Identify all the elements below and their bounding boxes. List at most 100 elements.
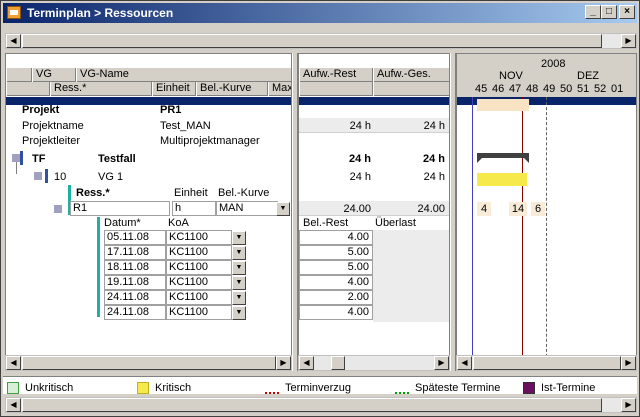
bel-rest-cell[interactable]: 4.00 <box>299 305 373 320</box>
einheit-header: Einheit <box>174 187 208 199</box>
maximize-button[interactable]: □ <box>601 5 617 19</box>
tf-ges: 24 h <box>422 153 445 165</box>
terminverzug-line-icon <box>265 392 279 394</box>
datum-cell[interactable]: 24.11.08 <box>104 290 166 305</box>
projektleiter-value[interactable]: Multiprojektmanager <box>160 134 260 148</box>
col-aufw-ges[interactable]: Aufw.-Ges. <box>373 68 449 82</box>
r1-load-week48[interactable]: 6 <box>531 202 545 216</box>
vg-name[interactable]: VG 1 <box>98 170 123 184</box>
col-vg-name[interactable]: VG-Name <box>76 68 291 82</box>
bel-rest-cell[interactable]: 2.00 <box>299 290 373 305</box>
scroll-left-icon[interactable]: ◀ <box>299 356 314 370</box>
close-button[interactable]: × <box>619 5 635 19</box>
vg-marker-icon <box>45 169 48 183</box>
r1-kurve[interactable]: MAN <box>216 201 278 216</box>
projekt-value: PR1 <box>160 104 182 116</box>
koa-cell[interactable]: KC1100 <box>166 230 232 245</box>
projekt-bar[interactable] <box>477 99 529 111</box>
kurve-dropdown-icon[interactable]: ▼ <box>276 202 290 216</box>
ueberlast-header: Überlast <box>375 217 416 229</box>
r1-rest[interactable]: 24.00 <box>301 202 371 216</box>
today-line <box>522 97 523 370</box>
scroll-left-icon[interactable]: ◀ <box>6 356 21 370</box>
col-max[interactable]: Max <box>268 82 291 96</box>
scroll-left-icon[interactable]: ◀ <box>6 398 21 412</box>
col-vg[interactable]: VG <box>32 68 76 82</box>
col-bel-kurve[interactable]: Bel.-Kurve <box>196 82 268 96</box>
left-pane-scrollbar[interactable]: ◀ ▶ <box>5 355 292 371</box>
datum-header: Datum* <box>104 217 141 229</box>
week-label: 52 <box>594 83 607 95</box>
r1-load-week45[interactable]: 4 <box>477 202 491 216</box>
legend-kritisch: Kritisch <box>155 382 192 394</box>
vg-critical-bar[interactable] <box>477 173 527 186</box>
koa-cell[interactable]: KC1100 <box>166 245 232 260</box>
vg-code[interactable]: 10 <box>54 170 66 184</box>
scroll-right-icon[interactable]: ▶ <box>621 356 636 370</box>
bel-rest-cell[interactable]: 4.00 <box>299 230 373 245</box>
tree-node-icon[interactable] <box>34 172 42 180</box>
minimize-button[interactable]: _ <box>585 5 601 19</box>
gantt-year: 2008 <box>541 58 566 70</box>
bottom-scrollbar[interactable]: ◀ ▶ <box>5 397 637 413</box>
legend-bar: Unkritisch Kritisch Terminverzug Spätest… <box>3 376 637 394</box>
ist-swatch-icon <box>523 382 535 394</box>
koa-dropdown-icon[interactable]: ▼ <box>232 231 246 245</box>
koa-dropdown-icon[interactable]: ▼ <box>232 246 246 260</box>
scroll-thumb[interactable] <box>331 356 345 370</box>
tree-node-icon[interactable] <box>12 154 20 162</box>
koa-cell[interactable]: KC1100 <box>166 290 232 305</box>
datum-cell[interactable]: 17.11.08 <box>104 245 166 260</box>
scroll-thumb[interactable] <box>22 398 602 412</box>
gantt-pane-scrollbar[interactable]: ◀ ▶ <box>456 355 637 371</box>
r1-code[interactable]: R1 <box>70 201 170 216</box>
top-scrollbar[interactable]: ◀ ▶ <box>5 33 637 49</box>
ress-header: Ress.* <box>76 187 110 199</box>
datum-cell[interactable]: 24.11.08 <box>104 305 166 320</box>
week-label: 48 <box>526 83 539 95</box>
scroll-right-icon[interactable]: ▶ <box>276 356 291 370</box>
scroll-left-icon[interactable]: ◀ <box>6 34 21 48</box>
mid-pane-scrollbar[interactable]: ◀ ▶ <box>298 355 450 371</box>
koa-dropdown-icon[interactable]: ▼ <box>232 306 246 320</box>
tf-rest: 24 h <box>348 153 371 165</box>
bel-rest-cell[interactable]: 5.00 <box>299 260 373 275</box>
koa-cell[interactable]: KC1100 <box>166 305 232 320</box>
scroll-right-icon[interactable]: ▶ <box>621 34 636 48</box>
scroll-right-icon[interactable]: ▶ <box>434 356 449 370</box>
scroll-right-icon[interactable]: ▶ <box>621 398 636 412</box>
projektname-ges: 24 h <box>423 120 445 132</box>
legend-unkritisch: Unkritisch <box>25 382 74 394</box>
projektname-value[interactable]: Test_MAN <box>160 119 211 133</box>
week-label: 46 <box>492 83 505 95</box>
col-ress[interactable]: Ress.* <box>50 82 152 96</box>
bel-rest-cell[interactable]: 4.00 <box>299 275 373 290</box>
tree-node-icon[interactable] <box>54 205 62 213</box>
datum-cell[interactable]: 18.11.08 <box>104 260 166 275</box>
koa-dropdown-icon[interactable]: ▼ <box>232 261 246 275</box>
col-einheit[interactable]: Einheit <box>152 82 196 96</box>
tf-summary-bar[interactable] <box>477 153 529 158</box>
koa-dropdown-icon[interactable]: ▼ <box>232 276 246 290</box>
r1-load-week47[interactable]: 14 <box>509 202 527 216</box>
koa-dropdown-icon[interactable]: ▼ <box>232 291 246 305</box>
koa-cell[interactable]: KC1100 <box>166 260 232 275</box>
datum-cell[interactable]: 19.11.08 <box>104 275 166 290</box>
tf-name[interactable]: Testfall <box>98 152 136 166</box>
scroll-left-icon[interactable]: ◀ <box>457 356 472 370</box>
scroll-thumb[interactable] <box>22 356 276 370</box>
koa-cell[interactable]: KC1100 <box>166 275 232 290</box>
projektleiter-label: Projektleiter <box>22 135 81 147</box>
scroll-thumb[interactable] <box>473 356 621 370</box>
projektname-rest: 24 h <box>349 120 371 132</box>
projektname-label: Projektname <box>22 120 84 132</box>
koa-header: KoA <box>168 217 189 229</box>
gantt-header: 2008 NOV DEZ 45 46 47 48 49 50 51 52 01 <box>457 54 636 97</box>
deadline-line <box>546 97 547 370</box>
tf-code[interactable]: TF <box>32 152 45 166</box>
datum-cell[interactable]: 05.11.08 <box>104 230 166 245</box>
col-aufw-rest[interactable]: Aufw.-Rest <box>299 68 373 82</box>
bel-rest-cell[interactable]: 5.00 <box>299 245 373 260</box>
r1-unit[interactable]: h <box>172 201 216 216</box>
scroll-thumb[interactable] <box>22 34 602 48</box>
